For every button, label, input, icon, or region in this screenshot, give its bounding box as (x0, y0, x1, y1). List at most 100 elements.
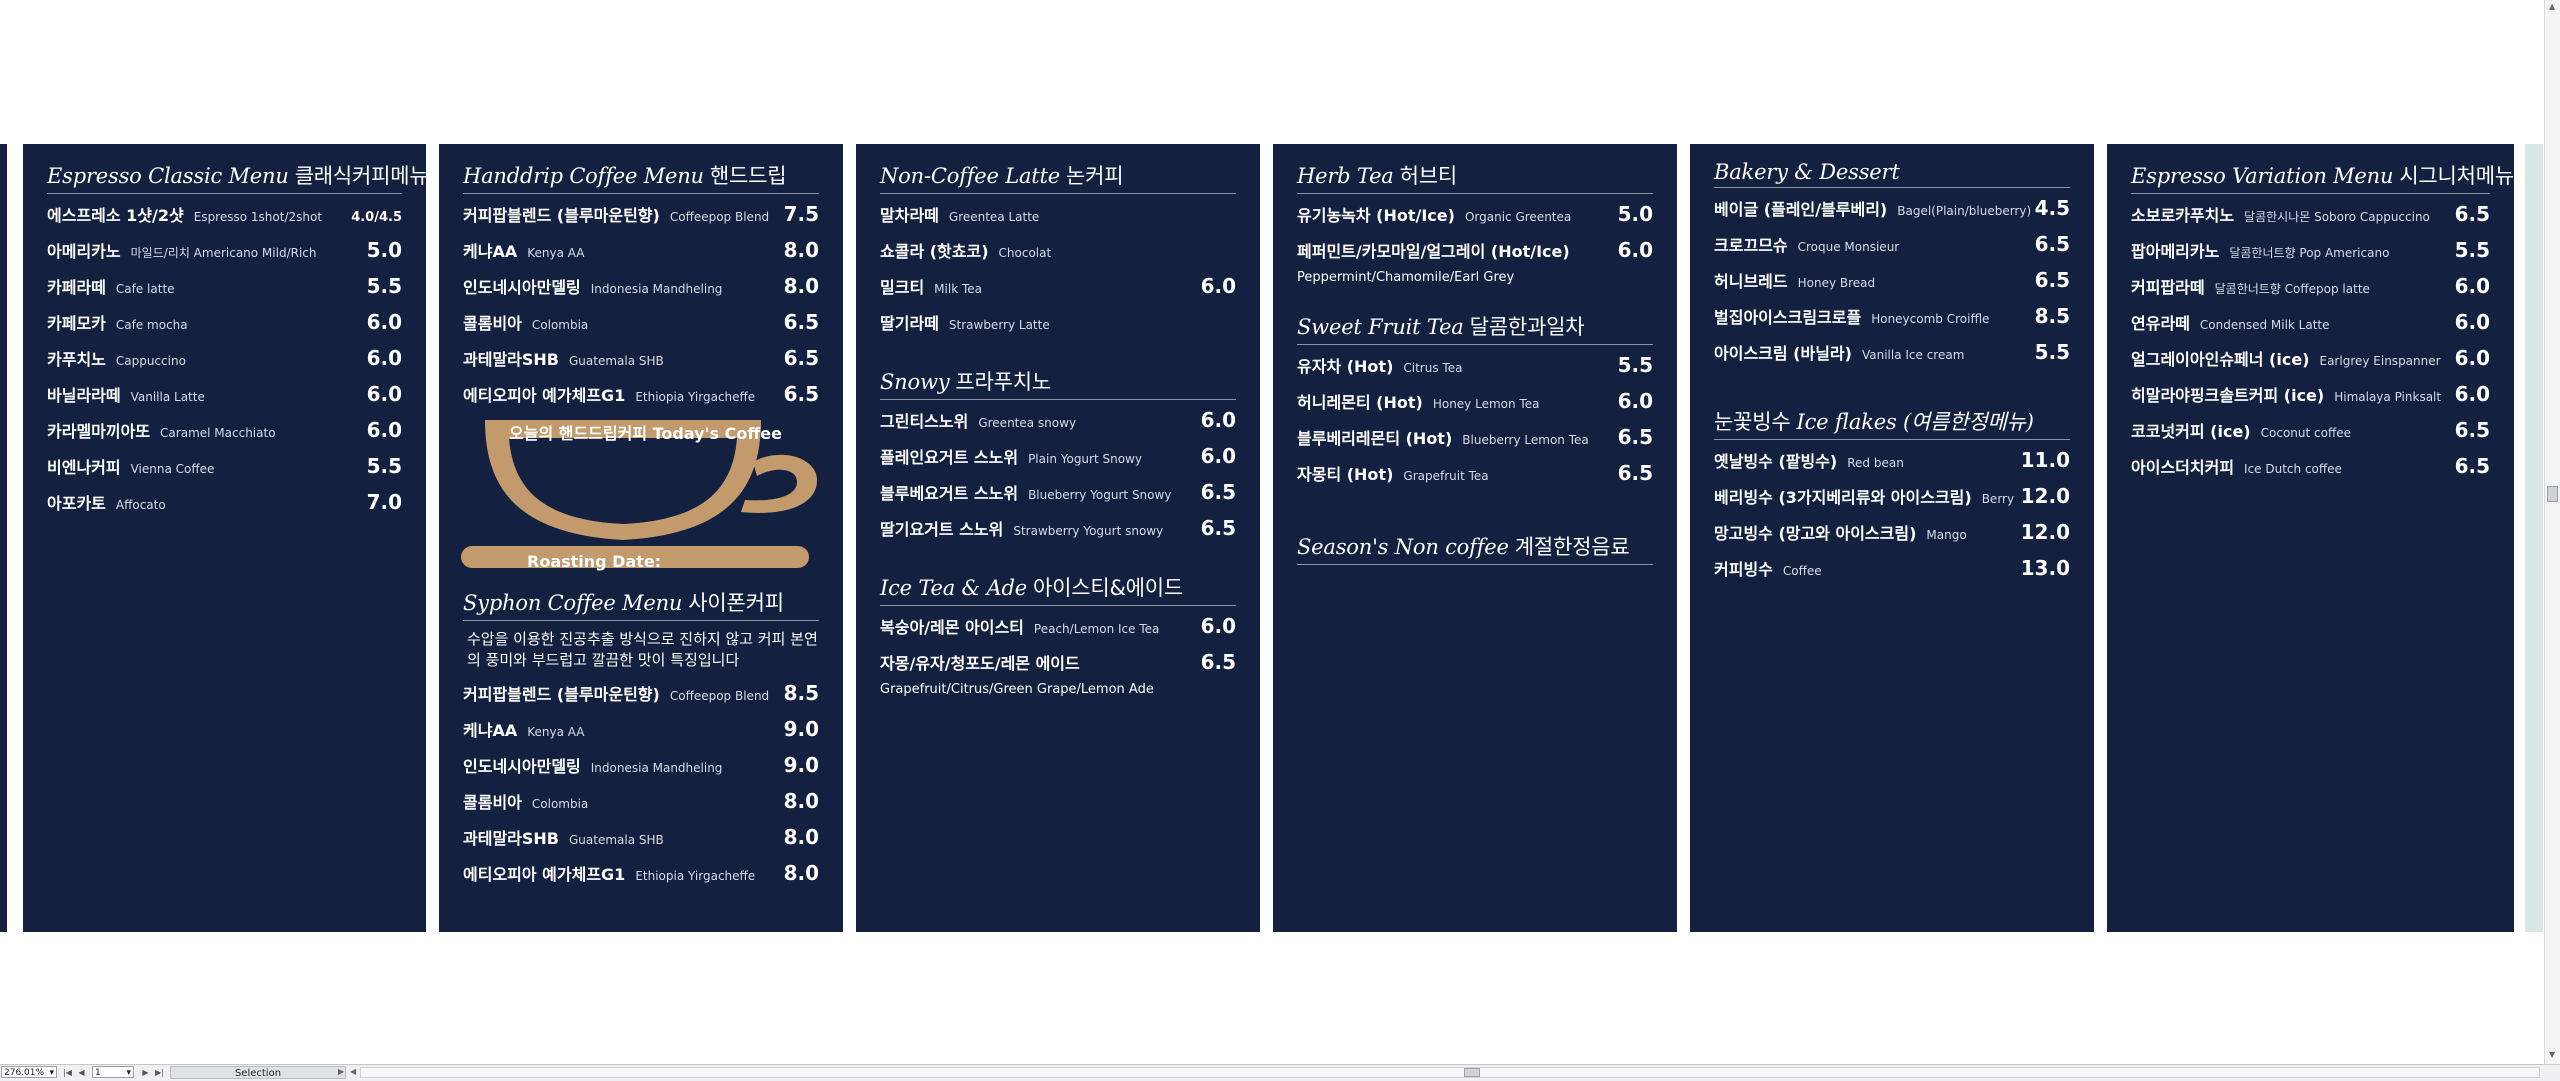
item-name-ko: 복숭아/레몬 아이스티 (880, 618, 1024, 637)
item-price: 6.0 (366, 346, 402, 370)
page-number-input[interactable]: 1 ▾ (92, 1066, 134, 1078)
item-price: 5.5 (2454, 238, 2490, 262)
item-price: 8.5 (2034, 304, 2070, 328)
item-name-ko: 쇼콜라 (핫쵸코) (880, 242, 989, 261)
item-price: 6.0 (2454, 382, 2490, 406)
item-name-ko: 딸기요거트 스노위 (880, 520, 1004, 539)
item-name-en: Espresso 1shot/2shot (193, 210, 323, 224)
item-name-en: Coffeepop Blend (669, 689, 770, 703)
menu-item: 플레인요거트 스노위 Plain Yogurt Snowy 6.0 (880, 444, 1236, 480)
menu-item: 콜롬비아 Colombia 8.0 (463, 789, 819, 825)
item-name-en: Red bean (1847, 456, 1904, 470)
page-number: 1 (95, 1068, 101, 1078)
scroll-up-icon[interactable]: ▲ (2549, 2, 2555, 11)
item-name-ko: 코코넛커피 (ice) (2131, 422, 2251, 441)
section-title-en: Snowy (880, 370, 950, 394)
mode-label: Selection (234, 1068, 282, 1079)
item-name-en: Ethiopia Yirgacheffe (635, 390, 756, 404)
item-name-en: Colombia (531, 797, 589, 811)
chevron-down-icon: ▾ (49, 1068, 54, 1078)
item-price: 8.5 (783, 681, 819, 705)
menu-item: 팝아메리카노 달콤한너트향 Pop Americano 5.5 (2131, 238, 2490, 274)
item-price: 5.5 (366, 274, 402, 298)
item-name-en: Mango (1926, 528, 1967, 542)
item-name-ko: 플레인요거트 스노위 (880, 448, 1019, 467)
item-price: 5.0 (1617, 202, 1653, 226)
status-bar: 276.01% ▾ |◀ ◀ 1 ▾ ▶ ▶| Selection ▶ ◀ (0, 1064, 2560, 1081)
menu-item: 카페모카 Cafe mocha 6.0 (47, 310, 402, 346)
section-title-bakery: Bakery & Dessert (1714, 160, 2070, 188)
horizontal-scroll-thumb[interactable] (1464, 1068, 1480, 1077)
roasting-date-label: Roasting Date: (527, 552, 662, 571)
scroll-down-icon[interactable]: ▼ (2549, 1050, 2555, 1059)
item-name-en: Strawberry Yogurt snowy (1013, 524, 1164, 538)
panel-espresso-variation: Espresso Variation Menu 시그니처메뉴 소보로카푸치노 달콤한… (2107, 144, 2514, 932)
item-name-ko: 아이스더치커피 (2131, 458, 2235, 477)
item-name-en: Ice Dutch coffee (2244, 462, 2342, 476)
last-page-icon[interactable]: ▶| (154, 1067, 165, 1078)
menu-item: 커피팝블렌드 (블루마운틴향) Coffeepop Blend 8.5 (463, 681, 819, 717)
next-page-icon[interactable]: ▶ (140, 1067, 151, 1078)
item-name-en: Guatemala SHB (569, 833, 664, 847)
section-title-en: Herb Tea (1297, 164, 1394, 188)
item-price: 9.0 (783, 717, 819, 741)
item-price: 9.0 (783, 753, 819, 777)
item-price: 6.5 (1200, 516, 1236, 540)
menu-item: 인도네시아만델링 Indonesia Mandheling 9.0 (463, 753, 819, 789)
item-price: 6.0 (366, 418, 402, 442)
vertical-scrollbar[interactable]: ▲ ▼ (2544, 0, 2560, 1064)
item-price: 6.0 (1617, 389, 1653, 413)
item-name-en: Plain Yogurt Snowy (1028, 452, 1142, 466)
item-name-ko: 페퍼민트/카모마일/얼그레이 (Hot/Ice) (1297, 242, 1570, 261)
item-name-ko: 얼그레이아인슈페너 (ice) (2131, 350, 2310, 369)
item-name-ko: 커피팝블렌드 (블루마운틴향) (463, 206, 660, 225)
item-name-en: 달콤한너트향 Coffepop latte (2214, 282, 2370, 296)
first-page-icon[interactable]: |◀ (62, 1067, 73, 1078)
prev-page-icon[interactable]: ◀ (76, 1067, 87, 1078)
item-name-en: Cafe latte (115, 282, 175, 296)
item-name-en: Guatemala SHB (569, 354, 664, 368)
item-price: 8.0 (783, 274, 819, 298)
menu-item: 아이스더치커피 Ice Dutch coffee 6.5 (2131, 454, 2490, 490)
item-name-en: Chocolat (998, 246, 1052, 260)
item-name-en: Indonesia Mandheling (590, 282, 723, 296)
menu-item: 아포카토 Affocato 7.0 (47, 490, 402, 526)
item-name-ko: 허니브레드 (1714, 272, 1788, 291)
scroll-right-icon[interactable]: ▶ (338, 1067, 344, 1076)
item-name-en: Milk Tea (934, 282, 982, 296)
item-name-ko: 카페모카 (47, 314, 106, 333)
section-title-variation: Espresso Variation Menu 시그니처메뉴 (2131, 160, 2514, 194)
section-title-en: Handdrip Coffee Menu (463, 164, 704, 188)
item-price: 6.5 (783, 382, 819, 406)
section-title-en: Season's Non coffee (1297, 535, 1509, 559)
zoom-select[interactable]: 276.01% ▾ (1, 1066, 57, 1078)
section-title-snowy: Snowy 프라푸치노 (880, 366, 1236, 400)
section-title-ko: 눈꽃빙수 (1714, 410, 1791, 434)
menu-item: 에스프레소 1샷/2샷 Espresso 1shot/2shot 4.0/4.5 (47, 202, 402, 238)
item-name-en: Coffeepop Blend (669, 210, 770, 224)
section-title-ko: 프라푸치노 (955, 370, 1052, 394)
section-title-ko: 사이폰커피 (688, 591, 784, 615)
menu-item: 콜롬비아 Colombia 6.5 (463, 310, 819, 346)
item-name-en: Kenya AA (527, 246, 585, 260)
item-price: 7.5 (783, 202, 819, 226)
item-name-ko: 블루베리레몬티 (Hot) (1297, 429, 1453, 448)
menu-item: 코코넛커피 (ice) Coconut coffee 6.5 (2131, 418, 2490, 454)
panel-handdrip-syphon: Handdrip Coffee Menu 핸드드립 커피팝블렌드 (블루마운틴향)… (439, 144, 843, 932)
item-name-ko: 커피빙수 (1714, 560, 1773, 579)
section-title-season: Season's Non coffee 계절한정음료 (1297, 531, 1653, 565)
scroll-left-icon[interactable]: ◀ (350, 1067, 356, 1076)
menu-item: 에티오피아 예가체프G1 Ethiopia Yirgacheffe 8.0 (463, 861, 819, 897)
section-title-syphon: Syphon Coffee Menu 사이폰커피 (463, 587, 819, 621)
menu-item: 페퍼민트/카모마일/얼그레이 (Hot/Ice) 6.0 (1297, 238, 1653, 274)
item-name-en: Croque Monsieur (1797, 240, 1900, 254)
item-price: 6.0 (1200, 274, 1236, 298)
selection-mode[interactable]: Selection (170, 1066, 346, 1079)
horizontal-scrollbar[interactable] (360, 1067, 2540, 1078)
item-price: 8.0 (783, 238, 819, 262)
item-name-en: 마일드/리치 Americano Mild/Rich (130, 246, 317, 260)
menu-item: 카라멜마끼아또 Caramel Macchiato 6.0 (47, 418, 402, 454)
vertical-scroll-thumb[interactable] (2547, 486, 2558, 502)
item-name-ko: 카페라떼 (47, 278, 106, 297)
item-name-en: Blueberry Lemon Tea (1462, 433, 1589, 447)
